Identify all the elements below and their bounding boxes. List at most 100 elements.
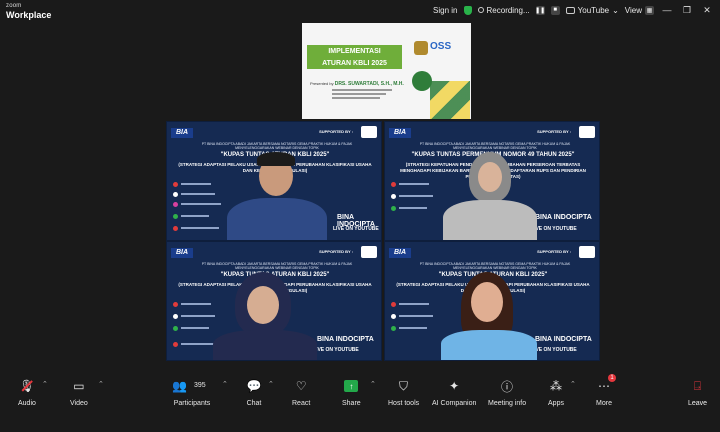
contact-icon — [391, 182, 396, 187]
participants-label: Participants — [173, 400, 211, 407]
contact-icon — [173, 214, 178, 219]
contact-line — [399, 315, 433, 317]
contact-line — [181, 303, 211, 305]
youtube-label: YouTube — [577, 5, 610, 15]
contact-line — [181, 227, 219, 229]
people-icon: 👥 — [172, 379, 187, 393]
sponsor-logo — [579, 126, 595, 138]
contact-icon — [391, 194, 396, 199]
contact-icon — [391, 326, 396, 331]
close-icon[interactable]: ✕ — [700, 5, 714, 16]
participant-face — [471, 282, 503, 322]
ai-companion-label: AI Companion — [432, 400, 477, 407]
apps-icon: ⁂ — [550, 379, 562, 393]
contact-icon — [173, 302, 178, 307]
youtube-stream-button[interactable]: YouTube ⌄ — [565, 5, 619, 15]
restore-icon[interactable]: ❐ — [680, 5, 694, 16]
webinar-header: PT BINA INDOCIPTA ABADI JAKARTA BERSAMA … — [419, 142, 571, 150]
video-options-chevron-icon[interactable]: ⌃ — [98, 380, 104, 388]
audio-label: Audio — [18, 400, 36, 407]
contact-icon — [173, 326, 178, 331]
pause-recording-icon[interactable]: ❚❚ — [535, 5, 545, 15]
live-on-youtube-text: LIVE ON YOUTUBE — [333, 226, 379, 232]
share-options-chevron-icon[interactable]: ⌃ — [370, 380, 376, 388]
contact-line — [181, 203, 221, 205]
sparkle-icon: ✦ — [449, 379, 460, 393]
bia-logo: BIA — [389, 248, 411, 258]
sponsor-logo — [361, 126, 377, 138]
chat-button[interactable]: 💬 Chat — [246, 378, 262, 414]
live-on-youtube-text: LIVE ON YOUTUBE — [531, 347, 577, 353]
contact-icon — [173, 192, 178, 197]
meeting-info-button[interactable]: ⓘ Meeting info — [488, 378, 526, 414]
video-tile[interactable]: BIA SUPPORTED BY : PT BINA INDOCIPTA ABA… — [166, 241, 382, 361]
contact-icon — [173, 314, 178, 319]
participants-count: 395 — [194, 382, 206, 389]
bina-indocipta-text: BINA INDOCIPTA — [317, 336, 374, 343]
live-on-youtube-text: LIVE ON YOUTUBE — [531, 226, 577, 232]
leave-button[interactable]: ⍈ Leave — [688, 378, 707, 414]
sign-in-link[interactable]: Sign in — [433, 6, 457, 15]
brand-top: zoom — [6, 3, 22, 9]
audio-options-chevron-icon[interactable]: ⌃ — [42, 380, 48, 388]
minimize-icon[interactable]: — — [660, 5, 674, 15]
video-button[interactable]: ▭ Video — [70, 378, 88, 414]
more-label: More — [596, 400, 612, 407]
record-dot-icon — [477, 7, 484, 13]
ai-companion-button[interactable]: ✦ AI Companion — [432, 378, 476, 414]
apps-label: Apps — [548, 400, 564, 407]
decorative-pattern — [430, 81, 470, 119]
more-icon: ⋯ 1 — [596, 374, 616, 394]
sponsor-logo — [361, 246, 377, 258]
apps-options-chevron-icon[interactable]: ⌃ — [570, 380, 576, 388]
zoom-logo: zoom Workplace — [6, 2, 51, 20]
contact-icon — [173, 182, 178, 187]
bina-indocipta-text: BINA INDOCIPTA — [535, 214, 592, 221]
contact-line — [399, 303, 429, 305]
video-label: Video — [70, 400, 88, 407]
more-badge: 1 — [608, 374, 616, 382]
participants-options-chevron-icon[interactable]: ⌃ — [222, 380, 228, 388]
leave-label: Leave — [688, 400, 708, 407]
view-button[interactable]: View ▦ — [625, 5, 654, 15]
contact-icon — [391, 302, 396, 307]
presenter-detail-line — [332, 93, 386, 95]
video-tile[interactable]: BIA SUPPORTED BY : PT BINA INDOCIPTA ABA… — [384, 241, 600, 361]
host-tools-label: Host tools — [388, 400, 420, 407]
contact-icon — [173, 226, 178, 231]
participant-body — [441, 330, 537, 360]
leave-door-icon: ⍈ — [693, 378, 702, 393]
recording-indicator[interactable]: Recording... — [477, 6, 530, 15]
supported-by-label: SUPPORTED BY : — [537, 129, 571, 134]
participants-button[interactable]: 👥 395 Participants — [172, 378, 212, 414]
video-tile[interactable]: BIA SUPPORTED BY : PT BINA INDOCIPTA ABA… — [166, 121, 382, 241]
share-button[interactable]: ↑ Share — [342, 378, 361, 414]
presenter-label: Presented by — [310, 81, 334, 86]
oss-logo: OSS — [430, 41, 452, 52]
chat-label: Chat — [246, 400, 262, 407]
audio-button[interactable]: 🎙 Audio — [18, 378, 36, 414]
contact-line — [181, 327, 209, 329]
stop-recording-icon[interactable]: ■ — [550, 5, 560, 15]
chat-options-chevron-icon[interactable]: ⌃ — [268, 380, 274, 388]
video-tile[interactable]: BIA SUPPORTED BY : PT BINA INDOCIPTA ABA… — [384, 121, 600, 241]
institution-logo-icon — [412, 71, 432, 91]
participant-body — [227, 198, 327, 240]
participant-face — [478, 162, 502, 192]
apps-button[interactable]: ⁂ Apps — [548, 378, 564, 414]
share-label: Share — [342, 400, 361, 407]
shared-screen[interactable]: IMPLEMENTASI ATURAN KBLI 2025 OSS Presen… — [302, 23, 471, 119]
contact-line — [181, 183, 211, 185]
contact-line — [399, 207, 427, 209]
participant-body — [213, 330, 317, 360]
host-tools-button[interactable]: ⛉ Host tools — [388, 378, 419, 414]
participants-icon: 👥 395 — [172, 378, 212, 394]
view-grid-icon: ▦ — [645, 5, 654, 15]
contact-icon — [391, 206, 396, 211]
presenter-detail-line — [332, 89, 392, 91]
presenter-name: DRS. SUWARTADI, S.H., M.H. — [334, 81, 404, 87]
participant-face — [247, 286, 279, 324]
security-shield-icon[interactable] — [463, 5, 472, 15]
react-button[interactable]: ♡ React — [292, 378, 310, 414]
more-button[interactable]: ⋯ 1 More — [596, 374, 616, 414]
